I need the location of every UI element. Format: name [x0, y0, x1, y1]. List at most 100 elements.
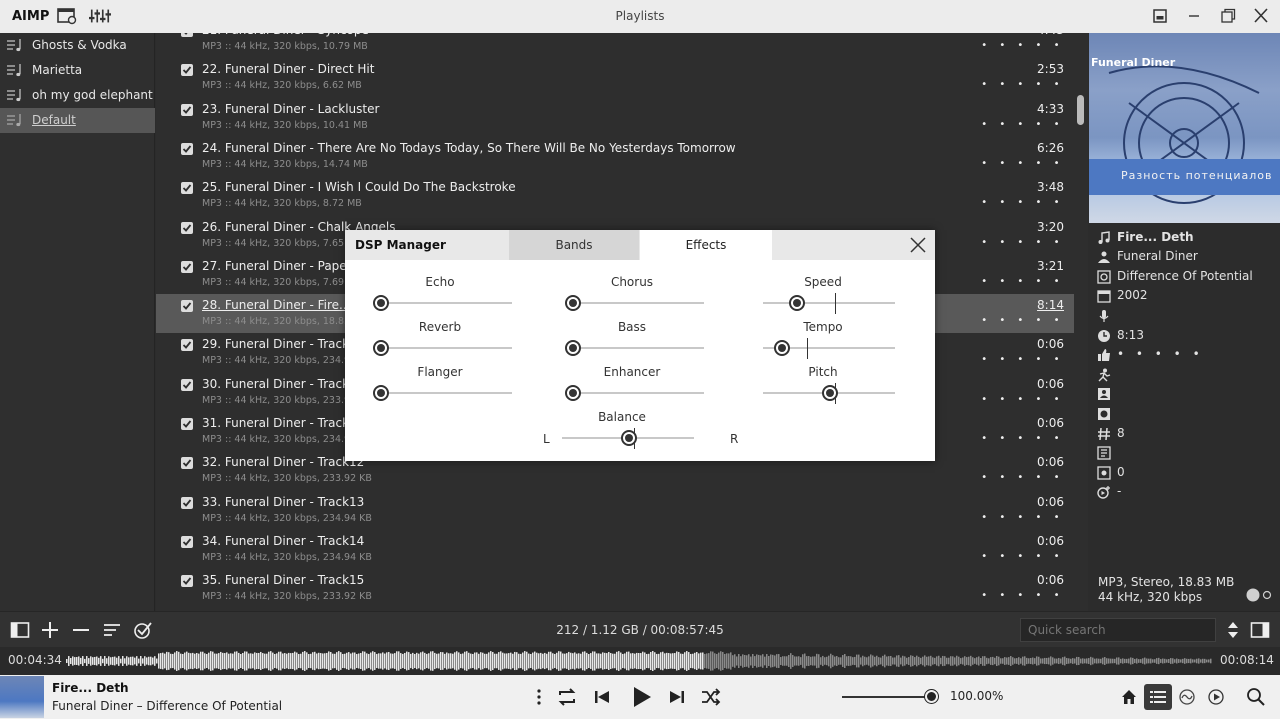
microphone-icon — [1099, 310, 1109, 322]
search-nav-arrows-icon[interactable] — [1223, 620, 1243, 640]
track-rating[interactable]: • • • • • — [981, 512, 1064, 523]
playlist-item-selected[interactable]: Default — [0, 108, 155, 133]
bass-track[interactable] — [572, 347, 704, 349]
tempo-slider[interactable]: Tempo — [743, 320, 903, 365]
balance-knob[interactable] — [621, 430, 637, 446]
balance-slider[interactable]: Balance — [542, 410, 702, 455]
track-checkbox[interactable] — [181, 378, 193, 391]
table-row[interactable]: 35. Funeral Diner - Track15 MP3 :: 44 kHz… — [156, 569, 1074, 608]
track-duration: 2:53 — [1037, 62, 1064, 77]
table-row[interactable]: 21. Funeral Diner - SyncopeMP3 :: 44 kHz… — [156, 33, 1074, 58]
track-checkbox[interactable] — [181, 496, 193, 509]
table-row[interactable]: 33. Funeral Diner - Track13 MP3 :: 44 kHz… — [156, 491, 1074, 530]
speed-track[interactable] — [763, 302, 895, 304]
volume-slider[interactable] — [842, 696, 932, 698]
track-checkbox[interactable] — [181, 103, 193, 116]
playlist-item[interactable]: oh my god elephant — [0, 83, 155, 108]
track-checkbox[interactable] — [181, 418, 193, 430]
close-icon[interactable] — [1251, 7, 1271, 25]
track-rating[interactable]: • • • • • — [981, 472, 1064, 483]
menu-icon[interactable] — [528, 686, 550, 708]
player-view-button[interactable] — [1202, 684, 1230, 710]
track-checkbox[interactable] — [181, 64, 193, 77]
table-row[interactable]: 23. Funeral Diner - Lackluster MP3 :: 44 … — [156, 98, 1074, 137]
track-rating[interactable]: • • • • • — [981, 158, 1064, 169]
pitch-knob[interactable] — [822, 385, 838, 401]
bass-knob[interactable] — [565, 340, 581, 356]
search-icon[interactable] — [1245, 686, 1267, 708]
track-checkbox[interactable] — [181, 535, 193, 548]
flanger-track[interactable] — [380, 392, 512, 394]
track-rating[interactable]: • • • • • — [981, 197, 1064, 208]
repeat-icon[interactable] — [556, 686, 578, 708]
echo-track[interactable] — [380, 302, 512, 304]
playlist-item[interactable]: Marietta — [0, 58, 155, 83]
chorus-track[interactable] — [572, 302, 704, 304]
track-rating[interactable]: • • • • • — [981, 79, 1064, 90]
track-checkbox[interactable] — [181, 300, 193, 313]
track-rating[interactable]: • • • • • — [981, 40, 1064, 51]
table-row[interactable]: 22. Funeral Diner - Direct Hit MP3 :: 44 … — [156, 58, 1074, 97]
tab-bands[interactable]: Bands — [509, 230, 639, 260]
shuffle-icon[interactable] — [700, 686, 722, 708]
chorus-slider[interactable]: Chorus — [552, 275, 712, 320]
visualization-view-button[interactable] — [1173, 684, 1201, 710]
playlist-scrollbar[interactable] — [1074, 33, 1088, 611]
tempo-knob[interactable] — [774, 340, 791, 356]
track-checkbox[interactable] — [181, 457, 193, 470]
panel-toggle-icon[interactable] — [1246, 588, 1276, 602]
tab-effects[interactable]: Effects — [640, 230, 772, 260]
now-playing-art[interactable] — [0, 676, 44, 718]
minimize-icon[interactable] — [1184, 7, 1204, 25]
pitch-slider[interactable]: Pitch — [743, 365, 903, 410]
track-checkbox[interactable] — [181, 260, 193, 273]
dsp-close-icon[interactable] — [909, 236, 927, 254]
track-rating[interactable]: • • • • • — [981, 551, 1064, 562]
playlist-item[interactable]: Ghosts & Vodka — [0, 33, 155, 58]
track-checkbox[interactable] — [181, 575, 193, 588]
track-rating[interactable]: • • • • • — [981, 433, 1064, 444]
track-rating[interactable]: • • • • • — [981, 237, 1064, 248]
playlist-view-button[interactable] — [1144, 684, 1172, 710]
next-icon[interactable] — [666, 686, 688, 708]
restore-icon[interactable] — [1218, 7, 1238, 25]
track-rating[interactable]: • • • • • — [981, 276, 1064, 287]
bass-slider[interactable]: Bass — [552, 320, 712, 365]
track-rating[interactable]: • • • • • — [981, 315, 1064, 326]
table-row[interactable]: 24. Funeral Diner - There Are No Todays … — [156, 137, 1074, 176]
table-row[interactable]: 34. Funeral Diner - Track14 MP3 :: 44 kHz… — [156, 530, 1074, 569]
reverb-knob[interactable] — [373, 340, 389, 356]
previous-icon[interactable] — [591, 686, 613, 708]
track-checkbox[interactable] — [181, 221, 193, 234]
echo-knob[interactable] — [373, 295, 389, 311]
track-checkbox[interactable] — [181, 182, 193, 195]
track-rating[interactable]: • • • • • — [981, 394, 1064, 405]
track-rating[interactable]: • • • • • — [981, 119, 1064, 130]
volume-knob[interactable] — [925, 690, 938, 703]
waveform-seekbar[interactable]: 00:04:34 00:08:14 — [0, 647, 1280, 675]
reverb-track[interactable] — [380, 347, 512, 349]
enhancer-knob[interactable] — [565, 385, 581, 401]
mini-player-icon[interactable] — [1150, 7, 1170, 25]
chorus-knob[interactable] — [565, 295, 581, 311]
play-icon[interactable] — [628, 684, 654, 710]
flanger-knob[interactable] — [373, 385, 389, 401]
enhancer-track[interactable] — [572, 392, 704, 394]
speed-slider[interactable]: Speed — [743, 275, 903, 320]
home-view-button[interactable] — [1115, 684, 1143, 710]
flanger-slider[interactable]: Flanger — [360, 365, 520, 410]
speed-knob[interactable] — [789, 295, 805, 311]
enhancer-slider[interactable]: Enhancer — [552, 365, 712, 410]
reverb-slider[interactable]: Reverb — [360, 320, 520, 365]
scrollbar-thumb[interactable] — [1077, 95, 1084, 125]
table-row[interactable]: 25. Funeral Diner - I Wish I Could Do Th… — [156, 176, 1074, 215]
toggle-info-panel-icon[interactable] — [1250, 620, 1270, 640]
track-checkbox[interactable] — [181, 33, 193, 37]
track-rating[interactable]: • • • • • — [981, 354, 1064, 365]
echo-slider[interactable]: Echo — [360, 275, 520, 320]
track-checkbox[interactable] — [181, 339, 193, 352]
quick-search-input[interactable] — [1020, 618, 1216, 642]
track-checkbox[interactable] — [181, 142, 193, 155]
info-rating[interactable]: • • • • • — [1097, 346, 1277, 366]
track-rating[interactable]: • • • • • — [981, 590, 1064, 601]
